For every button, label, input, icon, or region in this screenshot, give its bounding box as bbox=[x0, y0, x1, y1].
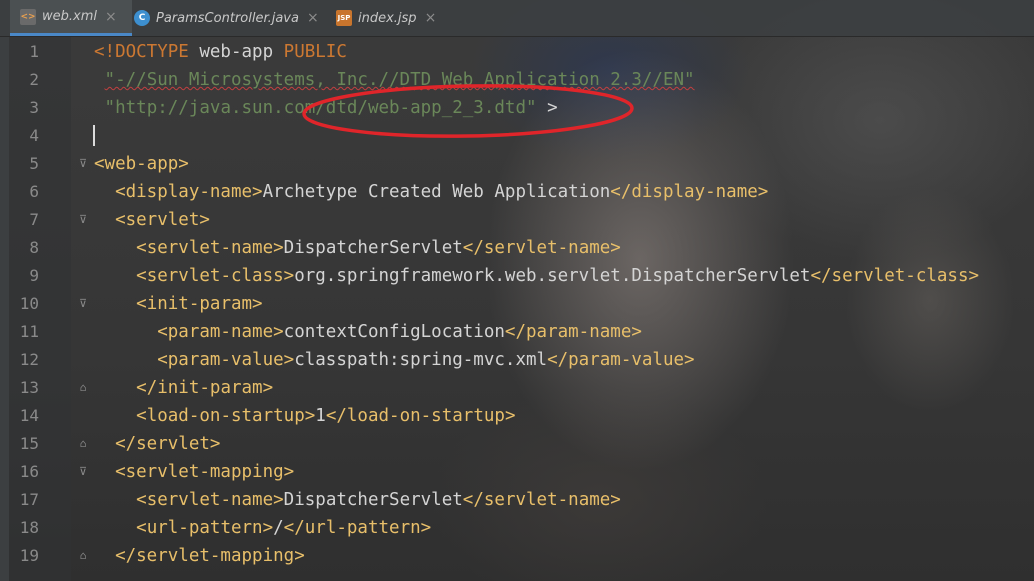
red-ellipse-annotation bbox=[302, 84, 634, 138]
